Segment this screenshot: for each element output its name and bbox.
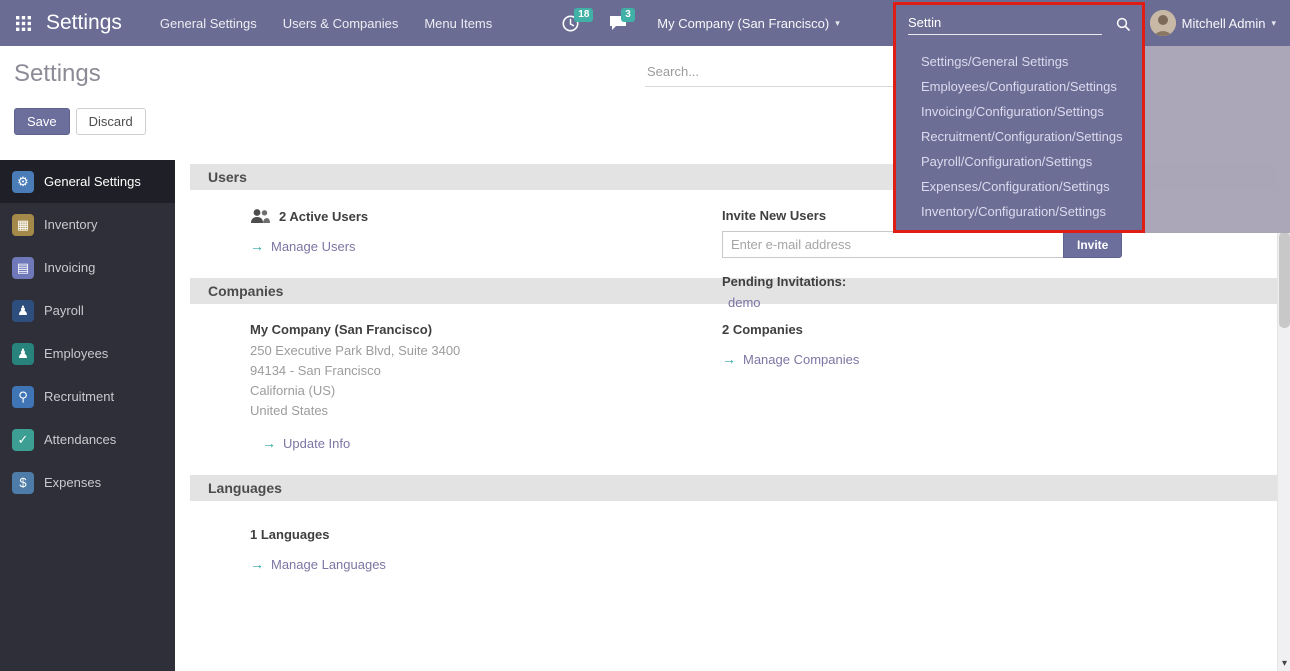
sidebar-item-employees[interactable]: ♟ Employees — [0, 332, 175, 375]
save-button[interactable]: Save — [14, 108, 70, 135]
languages-count: 1 Languages — [250, 527, 1277, 542]
grid-icon — [16, 16, 31, 31]
activities-badge: 18 — [574, 8, 593, 22]
search-result-item[interactable]: Expenses/Configuration/Settings — [896, 174, 1142, 199]
companies-count-block: 2 Companies → Manage Companies — [722, 322, 1162, 367]
invite-button[interactable]: Invite — [1063, 231, 1122, 258]
sidebar-item-payroll[interactable]: ♟ Payroll — [0, 289, 175, 332]
invite-email-input[interactable] — [722, 231, 1064, 258]
sidebar-item-label: Inventory — [44, 217, 97, 232]
search-result-item[interactable]: Settings/General Settings — [896, 49, 1142, 74]
manage-languages-link[interactable]: → Manage Languages — [250, 556, 1277, 572]
search-result-item[interactable]: Payroll/Configuration/Settings — [896, 149, 1142, 174]
payroll-app-icon: ♟ — [12, 300, 34, 322]
inventory-app-icon: ▦ — [12, 214, 34, 236]
content-area: ⚙ General Settings ▦ Inventory ▤ Invoici… — [0, 160, 1290, 671]
vertical-scrollbar[interactable]: ▾ — [1277, 160, 1290, 671]
attendances-app-icon: ✓ — [12, 429, 34, 451]
search-result-item[interactable]: Employees/Configuration/Settings — [896, 74, 1142, 99]
arrow-right-icon: → — [262, 435, 276, 451]
company-address-line: California (US) — [250, 381, 1277, 401]
app-title[interactable]: Settings — [46, 11, 122, 35]
search-result-item[interactable]: Invoicing/Configuration/Settings — [896, 99, 1142, 124]
sidebar-item-label: General Settings — [44, 174, 141, 189]
action-buttons: Save Discard — [14, 108, 146, 135]
sidebar-item-label: Recruitment — [44, 389, 114, 404]
sidebar-item-inventory[interactable]: ▦ Inventory — [0, 203, 175, 246]
menu-users-companies[interactable]: Users & Companies — [283, 16, 399, 31]
apps-menu-icon[interactable] — [0, 0, 46, 46]
chevron-down-icon: ▾ — [835, 18, 840, 29]
chevron-down-icon: ▾ — [1271, 18, 1276, 29]
sidebar-item-label: Expenses — [44, 475, 101, 490]
sidebar-item-label: Invoicing — [44, 260, 95, 275]
systray: 18 3 My Company (San Francisco) ▾ — [562, 15, 839, 32]
employees-app-icon: ♟ — [12, 343, 34, 365]
sidebar-item-label: Payroll — [44, 303, 84, 318]
recruitment-app-icon: ⚲ — [12, 386, 34, 408]
section-header-languages: Languages — [190, 475, 1277, 501]
arrow-right-icon: → — [250, 238, 264, 254]
avatar — [1150, 10, 1176, 36]
discard-button[interactable]: Discard — [76, 108, 146, 135]
users-icon — [250, 208, 270, 224]
arrow-right-icon: → — [250, 556, 264, 572]
search-result-item[interactable]: Inventory/Configuration/Settings — [896, 199, 1142, 224]
invoicing-app-icon: ▤ — [12, 257, 34, 279]
user-menu[interactable]: Mitchell Admin ▾ — [1150, 10, 1276, 36]
arrow-right-icon: → — [722, 351, 736, 367]
settings-sidebar: ⚙ General Settings ▦ Inventory ▤ Invoici… — [0, 160, 175, 671]
active-users-count: 2 Active Users — [279, 209, 368, 224]
settings-form: Users 2 Active Users → Manage Users Invi… — [175, 160, 1277, 671]
sidebar-item-general-settings[interactable]: ⚙ General Settings — [0, 160, 175, 203]
companies-count: 2 Companies — [722, 322, 1162, 337]
scrollbar-thumb[interactable] — [1279, 232, 1290, 328]
messages-badge: 3 — [621, 8, 635, 22]
menu-menu-items[interactable]: Menu Items — [424, 16, 492, 31]
invite-input-group: Invite — [722, 231, 1162, 258]
activities-button[interactable]: 18 — [562, 15, 579, 32]
app-menu: General Settings Users & Companies Menu … — [160, 16, 492, 31]
sidebar-item-invoicing[interactable]: ▤ Invoicing — [0, 246, 175, 289]
avatar-image — [1150, 10, 1176, 36]
dropdown-backdrop — [1145, 46, 1290, 233]
menu-search-dropdown: Settings/General Settings Employees/Conf… — [893, 2, 1145, 233]
general-settings-app-icon: ⚙ — [12, 171, 34, 193]
companies-section: My Company (San Francisco) 250 Executive… — [175, 304, 1277, 471]
sidebar-item-recruitment[interactable]: ⚲ Recruitment — [0, 375, 175, 418]
messages-button[interactable]: 3 — [609, 15, 627, 31]
page-title: Settings — [14, 60, 101, 88]
company-address-line: United States — [250, 401, 1277, 421]
user-name: Mitchell Admin — [1182, 16, 1266, 31]
languages-section: 1 Languages → Manage Languages — [175, 501, 1277, 592]
company-switcher[interactable]: My Company (San Francisco) ▾ — [657, 16, 839, 31]
sidebar-item-label: Attendances — [44, 432, 116, 447]
menu-general-settings[interactable]: General Settings — [160, 16, 257, 31]
menu-search-input[interactable] — [908, 13, 1102, 35]
sidebar-item-expenses[interactable]: $ Expenses — [0, 461, 175, 504]
manage-companies-link[interactable]: → Manage Companies — [722, 351, 1162, 367]
menu-search-results: Settings/General Settings Employees/Conf… — [896, 49, 1142, 224]
scrollbar-down-arrow[interactable]: ▾ — [1278, 655, 1290, 671]
sidebar-item-attendances[interactable]: ✓ Attendances — [0, 418, 175, 461]
pending-invitations-label: Pending Invitations: — [722, 274, 1162, 289]
sidebar-item-label: Employees — [44, 346, 108, 361]
expenses-app-icon: $ — [12, 472, 34, 494]
update-info-link[interactable]: → Update Info — [262, 435, 1277, 451]
search-result-item[interactable]: Recruitment/Configuration/Settings — [896, 124, 1142, 149]
search-icon[interactable] — [1116, 17, 1130, 31]
